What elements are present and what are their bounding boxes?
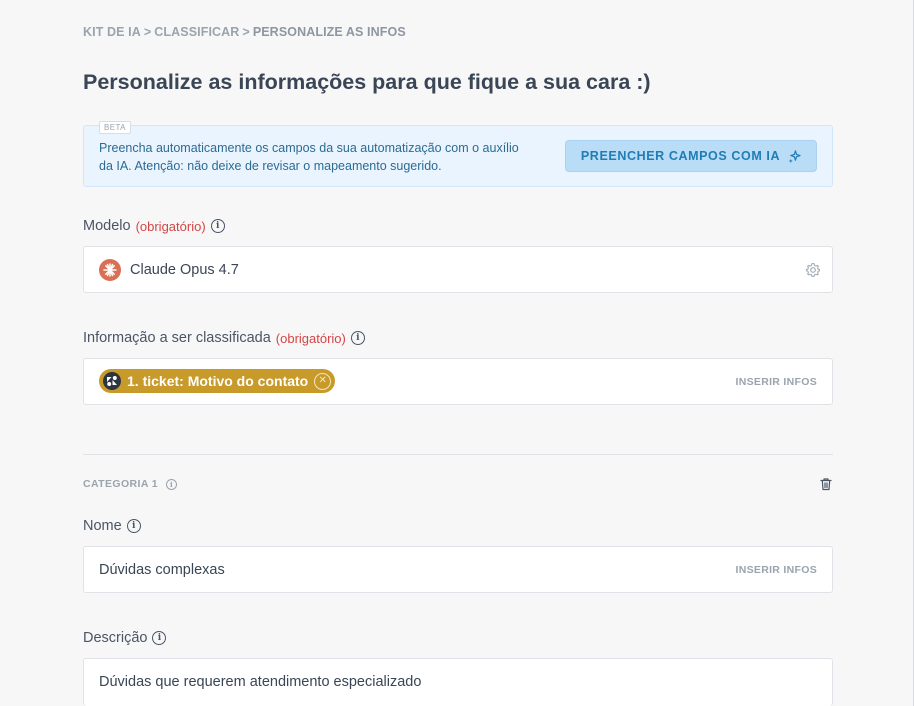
info-field-label: Informação a ser classificada (obrigatór… xyxy=(83,330,365,346)
required-marker: (obrigatório) xyxy=(135,218,206,234)
fill-fields-with-ai-button[interactable]: PREENCHER CAMPOS COM IA xyxy=(565,140,817,172)
description-field-label: Descrição i xyxy=(83,630,167,646)
info-input[interactable]: 1. ticket: Motivo do contato ✕ INSERIR I… xyxy=(83,358,833,405)
model-field-label: Modelo (obrigatório) i xyxy=(83,218,225,234)
info-icon[interactable]: i xyxy=(152,631,167,645)
model-value: Claude Opus 4.7 xyxy=(99,247,239,292)
model-label: Modelo xyxy=(83,218,131,234)
sparkles-icon xyxy=(788,149,801,163)
info-icon[interactable]: i xyxy=(166,478,177,490)
trash-icon[interactable] xyxy=(819,477,833,491)
category-header: CATEGORIA 1 i xyxy=(83,478,177,490)
breadcrumb-item-kit-de-ia[interactable]: KIT DE IA xyxy=(83,25,141,39)
info-icon[interactable]: i xyxy=(350,331,365,345)
category-title: CATEGORIA 1 xyxy=(83,478,158,490)
beta-banner: BETA Preencha automaticamente os campos … xyxy=(83,121,833,187)
info-icon[interactable]: i xyxy=(210,219,225,233)
fill-ai-button-label: PREENCHER CAMPOS COM IA xyxy=(580,149,781,163)
breadcrumb-item-classificar[interactable]: CLASSIFICAR xyxy=(154,25,239,39)
name-label: Nome xyxy=(83,518,122,534)
beta-description: Preencha automaticamente os campos da su… xyxy=(99,141,519,173)
info-icon[interactable]: i xyxy=(126,519,141,533)
category-description-value: Dúvidas que requerem atendimento especia… xyxy=(99,674,422,690)
gear-icon[interactable] xyxy=(805,262,821,278)
model-name: Claude Opus 4.7 xyxy=(130,261,239,278)
info-label: Informação a ser classificada xyxy=(83,330,271,346)
insert-infos-link[interactable]: INSERIR INFOS xyxy=(736,547,818,592)
required-marker: (obrigatório) xyxy=(275,330,346,346)
description-label: Descrição xyxy=(83,630,148,646)
close-icon[interactable]: ✕ xyxy=(314,372,332,390)
page-title: Personalize as informações para que fiqu… xyxy=(83,70,651,94)
name-field-label: Nome i xyxy=(83,518,141,534)
model-select[interactable]: Claude Opus 4.7 xyxy=(83,246,833,293)
breadcrumb-separator: > xyxy=(242,25,250,39)
category-description-input[interactable]: Dúvidas que requerem atendimento especia… xyxy=(83,658,833,706)
category-name-value: Dúvidas complexas xyxy=(99,561,225,578)
claude-logo-icon xyxy=(99,258,121,281)
breadcrumb-separator: > xyxy=(143,25,152,39)
category-name-input[interactable]: Dúvidas complexas INSERIR INFOS xyxy=(83,546,833,593)
variable-chip[interactable]: 1. ticket: Motivo do contato ✕ xyxy=(99,369,336,393)
chip-label: 1. ticket: Motivo do contato xyxy=(127,373,309,389)
breadcrumb: KIT DE IA > CLASSIFICAR > PERSONALIZE AS INF… xyxy=(83,25,406,39)
breadcrumb-item-current: PERSONALIZE AS INFOS xyxy=(252,25,406,39)
beta-badge: BETA xyxy=(99,121,131,134)
zendesk-logo-icon xyxy=(103,372,121,390)
insert-infos-link[interactable]: INSERIR INFOS xyxy=(736,359,818,404)
section-divider xyxy=(83,454,833,455)
